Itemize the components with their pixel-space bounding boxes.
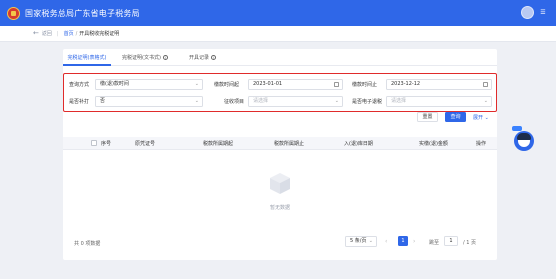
tax-item-label: 征收项目: [224, 99, 245, 105]
chevron-down-icon: ⌄: [484, 115, 489, 121]
tab-label: 完税证明(表格式): [67, 55, 107, 61]
tab-bar: 完税证明(表格式) 完税证明(文书式) i 开具记录 i: [63, 49, 497, 66]
menu-icon[interactable]: ☰: [538, 9, 548, 17]
col-amount: 实缴(退)金额: [419, 141, 448, 147]
reissue-select[interactable]: 否 ⌄: [95, 96, 203, 107]
table-header: 序号 原凭证号 税款所属期起 税款所属期止 入(退)库日期 实缴(退)金额 操作: [63, 137, 497, 150]
assistant-avatar[interactable]: [514, 131, 534, 151]
table-footer: 共 0 项数据 5 条/页 ⌄ ‹ 1 › 跳至 1 / 1 页: [63, 235, 497, 249]
empty-box-icon: [270, 173, 290, 194]
query-method-label: 查询方式: [69, 82, 90, 88]
back-link[interactable]: 返回: [42, 30, 52, 37]
page-total: / 1 页: [463, 240, 477, 246]
breadcrumb-current: 开具税收完税证明: [79, 31, 120, 37]
info-icon[interactable]: i: [162, 55, 168, 60]
chevron-down-icon: ⌄: [483, 98, 488, 104]
calendar-icon: [483, 82, 488, 87]
app-header: 国家税务总局广东省电子税务局 ☰: [0, 0, 556, 26]
col-period-start: 税款所属期起: [203, 141, 234, 147]
col-index: 序号: [101, 141, 112, 147]
chevron-down-icon: ⌄: [334, 98, 339, 104]
query-method-select[interactable]: 缴(退)款时间 ⌄: [95, 79, 203, 90]
assistant-bubble[interactable]: [512, 126, 522, 131]
next-page-icon[interactable]: ›: [413, 239, 415, 245]
calendar-icon: [334, 82, 339, 87]
empty-state-text: 暂无数据: [269, 205, 290, 211]
col-voucher-no: 原凭证号: [135, 141, 156, 147]
col-actions: 操作: [476, 141, 487, 147]
breadcrumb-divider: |: [56, 30, 59, 37]
app-title: 国家税务总局广东省电子税务局: [25, 8, 140, 18]
jump-label: 跳至: [429, 240, 440, 246]
tab-label: 完税证明(文书式): [122, 55, 161, 61]
user-avatar[interactable]: [521, 6, 534, 19]
info-icon[interactable]: i: [211, 55, 217, 60]
breadcrumb: ← 返回 | 首页 / 开具税收完税证明: [0, 26, 556, 42]
expand-toggle[interactable]: 展开 ⌄: [473, 114, 489, 121]
tab-issue-records[interactable]: 开具记录 i: [189, 54, 217, 61]
active-tab-indicator: [63, 64, 111, 66]
e-ticket-label: 是否电子退税: [352, 99, 383, 105]
reissue-label: 是否补打: [69, 99, 90, 105]
prev-page-icon[interactable]: ‹: [385, 239, 387, 245]
select-all-checkbox[interactable]: [91, 140, 97, 146]
page-size-select[interactable]: 5 条/页 ⌄: [345, 236, 377, 247]
chevron-down-icon: ⌄: [194, 81, 199, 87]
end-date-label: 缴款时间止: [352, 82, 378, 88]
tab-document-format[interactable]: 完税证明(文书式) i: [122, 54, 168, 61]
e-ticket-select[interactable]: 请选择 ⌄: [386, 96, 492, 107]
start-date-picker[interactable]: 2023-01-01: [248, 79, 343, 90]
end-date-picker[interactable]: 2023-12-12: [386, 79, 492, 90]
reset-button[interactable]: 重置: [417, 112, 438, 122]
page-number-current[interactable]: 1: [398, 236, 408, 246]
breadcrumb-separator: /: [75, 30, 78, 37]
query-button[interactable]: 查询: [445, 112, 466, 122]
total-count: 共 0 项数据: [74, 241, 101, 247]
filter-panel: 查询方式 缴(退)款时间 ⌄ 缴款时间起 2023-01-01 缴款时间止 20…: [63, 73, 497, 112]
back-arrow-icon[interactable]: ←: [33, 30, 39, 37]
tab-table-format[interactable]: 完税证明(表格式): [63, 54, 111, 61]
tab-label: 开具记录: [189, 55, 210, 61]
assistant-hair: [517, 133, 531, 140]
chevron-down-icon: ⌄: [368, 238, 373, 244]
start-date-label: 缴款时间起: [214, 82, 240, 88]
logo-emblem-icon: [7, 6, 20, 20]
jump-page-input[interactable]: 1: [444, 236, 458, 246]
col-period-end: 税款所属期止: [274, 141, 305, 147]
breadcrumb-home[interactable]: 首页: [64, 30, 74, 37]
col-stock-date: 入(退)库日期: [344, 141, 373, 147]
tax-item-select[interactable]: 请选择 ⌄: [248, 96, 343, 107]
main-card: 完税证明(表格式) 完税证明(文书式) i 开具记录 i 查询方式 缴(退)款时…: [63, 49, 497, 260]
chevron-down-icon: ⌄: [194, 98, 199, 104]
